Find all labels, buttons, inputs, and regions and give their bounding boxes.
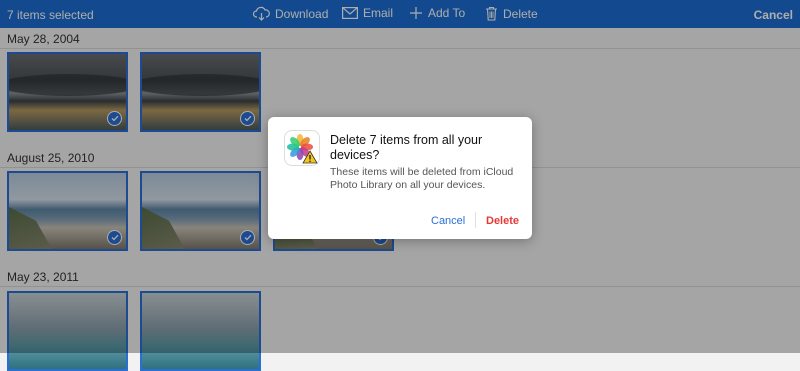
dialog-title: Delete 7 items from all your devices? [330,133,483,162]
button-divider [475,212,476,228]
dialog-message: These items will be deleted from iCloud … [330,166,514,191]
delete-confirmation-dialog: Delete 7 items from all your devices? Th… [268,117,532,239]
dialog-cancel-button[interactable]: Cancel [431,215,465,227]
photos-warning-icon [284,130,320,166]
dialog-delete-button[interactable]: Delete [486,215,519,227]
